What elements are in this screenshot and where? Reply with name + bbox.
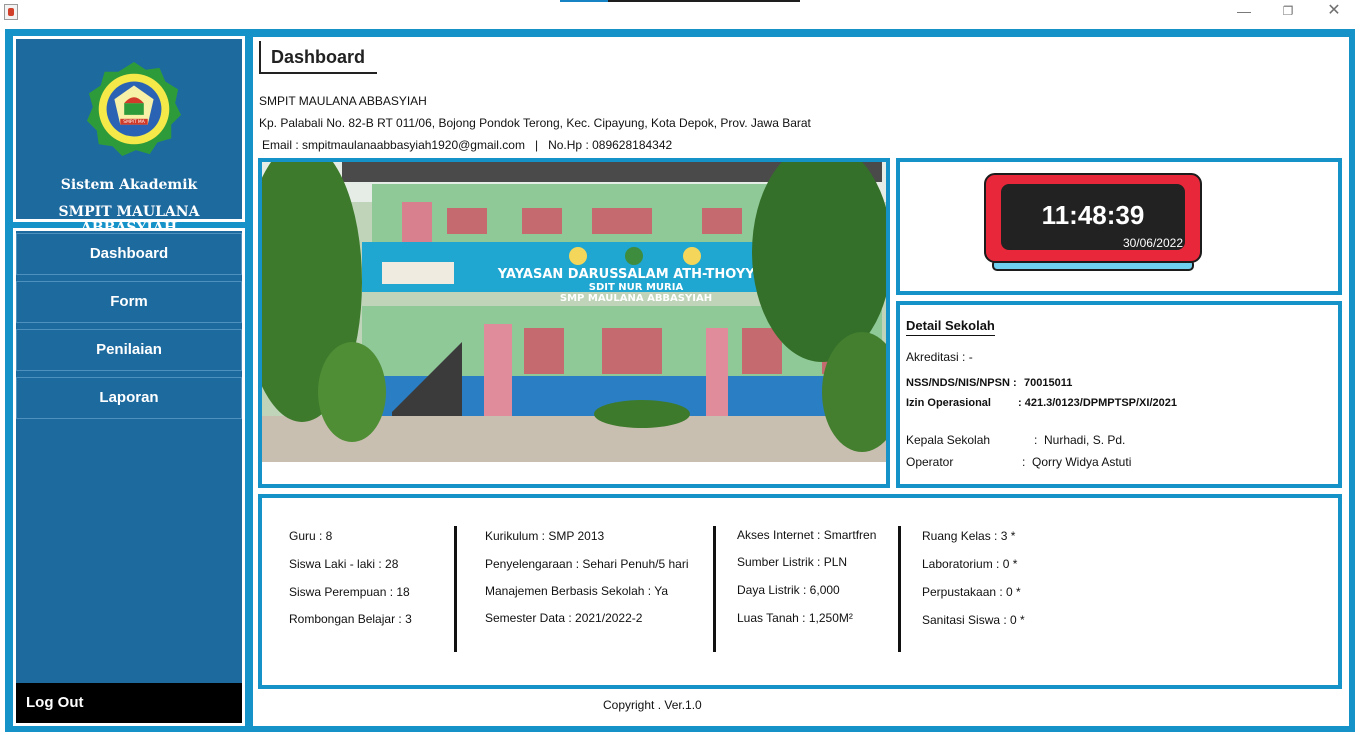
stat-guru: Guru : 8 bbox=[289, 529, 333, 543]
svg-text:YAYASAN DARUSSALAM ATH-THOYYIB: YAYASAN DARUSSALAM ATH-THOYYIBI bbox=[497, 267, 775, 282]
stat-perpustakaan: Perpustakaan : 0 * bbox=[922, 585, 1021, 599]
copyright-text: Copyright . Ver.1.0 bbox=[603, 698, 702, 712]
izin-label: Izin Operasional bbox=[906, 397, 991, 409]
accreditation: Akreditasi : - bbox=[906, 350, 973, 364]
stat-siswa-laki: Siswa Laki - laki : 28 bbox=[289, 557, 399, 571]
sidebar-item-dashboard[interactable]: Dashboard bbox=[16, 233, 242, 275]
brand-panel: SMPIT MA Sistem Akademik SMPIT MAULANA A… bbox=[13, 36, 245, 236]
main-content: Dashboard SMPIT MAULANA ABBASYIAH Kp. Pa… bbox=[253, 37, 1349, 726]
operator-value: : Qorry Widya Astuti bbox=[1022, 455, 1132, 469]
clock-panel: 11:48:39 30/06/2022 bbox=[896, 158, 1342, 295]
school-photo-panel: YAYASAN DARUSSALAM ATH-THOYYIBI SDIT NUR… bbox=[258, 158, 890, 488]
school-contact: Email : smpitmaulanaabbasyiah1920@gmail.… bbox=[262, 138, 673, 152]
principal-value: : Nurhadi, S. Pd. bbox=[1034, 433, 1126, 447]
nss-label: NSS/NDS/NIS/NPSN : bbox=[906, 377, 1017, 389]
column-divider bbox=[713, 526, 716, 652]
stat-sanitasi: Sanitasi Siswa : 0 * bbox=[922, 613, 1025, 627]
column-divider bbox=[454, 526, 457, 652]
sidebar: SMPIT MA Sistem Akademik SMPIT MAULANA A… bbox=[5, 29, 245, 732]
stat-luas-tanah: Luas Tanah : 1,250M² bbox=[737, 611, 853, 625]
stat-daya: Daya Listrik : 6,000 bbox=[737, 583, 840, 597]
app-name: Sistem Akademik bbox=[60, 177, 198, 193]
stat-listrik: Sumber Listrik : PLN bbox=[737, 555, 848, 569]
digital-clock: 11:48:39 30/06/2022 bbox=[983, 170, 1203, 274]
page-title: Dashboard bbox=[259, 41, 377, 74]
sidebar-item-laporan[interactable]: Laporan bbox=[16, 377, 242, 419]
operator-label: Operator bbox=[906, 455, 954, 469]
school-detail-panel: Detail Sekolah Akreditasi : - NSS/NDS/NI… bbox=[896, 301, 1342, 488]
principal-label: Kepala Sekolah bbox=[906, 433, 991, 447]
column-divider bbox=[898, 526, 901, 652]
stat-mbs: Manajemen Berbasis Sekolah : Ya bbox=[485, 584, 668, 598]
close-button[interactable]: ✕ bbox=[1322, 2, 1346, 20]
stat-rombel: Rombongan Belajar : 3 bbox=[289, 612, 412, 626]
stat-semester: Semester Data : 2021/2022-2 bbox=[485, 611, 643, 625]
sidebar-item-penilaian[interactable]: Penilaian bbox=[16, 329, 242, 371]
svg-text:SDIT NUR MURIA: SDIT NUR MURIA bbox=[589, 282, 684, 293]
stat-laboratorium: Laboratorium : 0 * bbox=[922, 557, 1018, 571]
clock-date: 30/06/2022 bbox=[1122, 236, 1183, 250]
stat-siswa-perempuan: Siswa Perempuan : 18 bbox=[289, 585, 410, 599]
stat-kurikulum: Kurikulum : SMP 2013 bbox=[485, 529, 605, 543]
school-logo-icon: SMPIT MA bbox=[86, 61, 182, 157]
detail-title: Detail Sekolah bbox=[906, 318, 995, 336]
school-name-text: SMPIT MAULANA ABBASYIAH bbox=[259, 94, 427, 108]
izin-value: : 421.3/0123/DPMPTSP/XI/2021 bbox=[1018, 397, 1177, 409]
school-address: Kp. Palabali No. 82-B RT 011/06, Bojong … bbox=[259, 116, 811, 130]
school-stats-panel: Guru : 8 Siswa Laki - laki : 28 Siswa Pe… bbox=[258, 494, 1342, 689]
nss-value: 70015011 bbox=[1024, 377, 1073, 389]
title-accent-bar bbox=[560, 0, 800, 2]
stat-ruang-kelas: Ruang Kelas : 3 * bbox=[922, 529, 1016, 543]
window-titlebar: — ❐ ✕ bbox=[0, 0, 1360, 26]
sidebar-item-form[interactable]: Form bbox=[16, 281, 242, 323]
sidebar-nav: Dashboard Form Penilaian Laporan Log Out bbox=[13, 228, 245, 726]
stat-penyelenggaraan: Penyelengaraan : Sehari Penuh/5 hari bbox=[485, 557, 689, 571]
minimize-button[interactable]: — bbox=[1232, 2, 1256, 20]
svg-text:SMP MAULANA ABBASYIAH: SMP MAULANA ABBASYIAH bbox=[560, 293, 712, 304]
svg-text:SMPIT MA: SMPIT MA bbox=[123, 119, 144, 125]
java-app-icon bbox=[4, 4, 18, 20]
clock-time: 11:48:39 bbox=[1041, 200, 1145, 230]
logout-button[interactable]: Log Out bbox=[16, 683, 242, 723]
stat-internet: Akses Internet : Smartfren bbox=[737, 528, 877, 542]
maximize-button[interactable]: ❐ bbox=[1276, 2, 1300, 20]
school-building-photo: YAYASAN DARUSSALAM ATH-THOYYIBI SDIT NUR… bbox=[262, 162, 886, 462]
